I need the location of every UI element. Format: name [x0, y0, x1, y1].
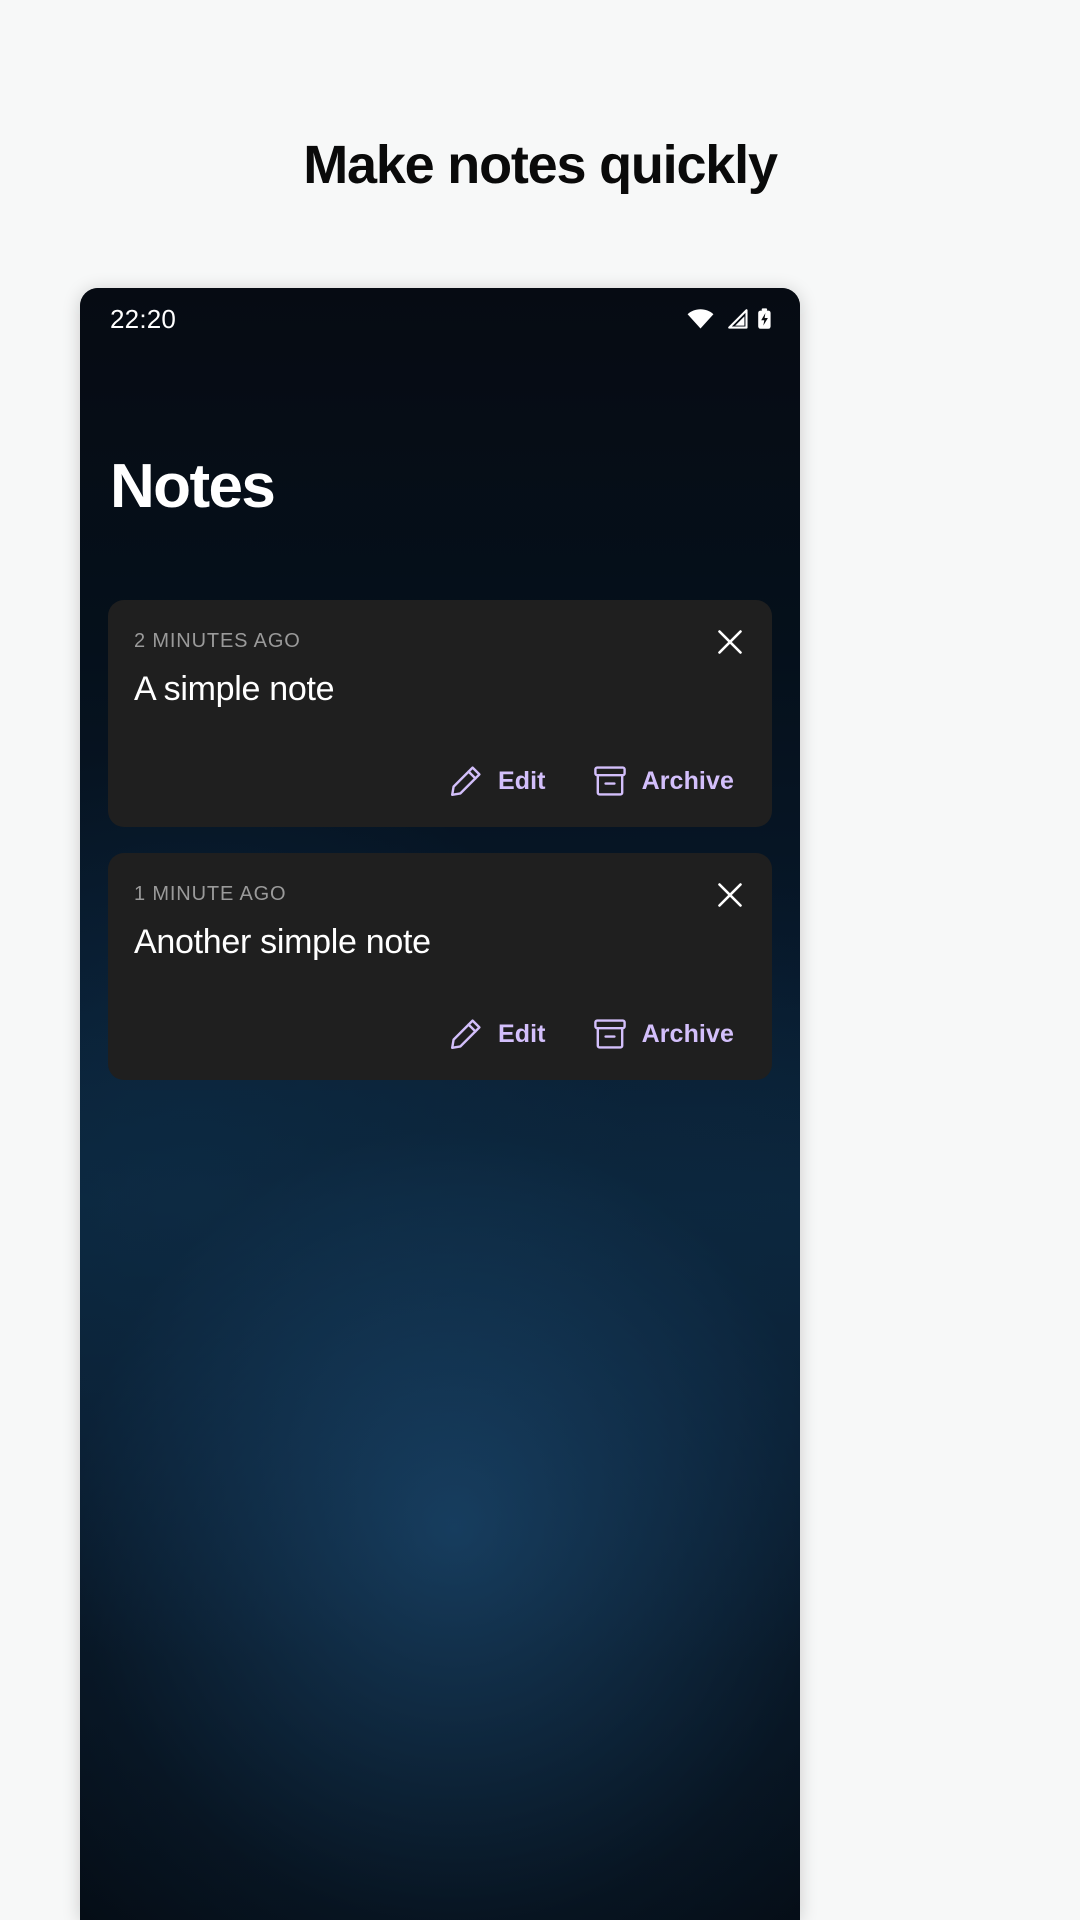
status-icon-group: [687, 308, 772, 330]
note-action-row: Edit Archive: [134, 755, 746, 807]
note-header: 2 MINUTES AGO: [134, 630, 746, 662]
cellular-signal-icon: [723, 309, 748, 329]
wifi-icon: [687, 309, 714, 329]
edit-label: Edit: [497, 1019, 546, 1048]
note-card[interactable]: 2 MINUTES AGO A simple note Edit Archive: [108, 600, 772, 827]
note-timestamp: 2 MINUTES AGO: [134, 630, 301, 652]
phone-mockup: 22:20 Notes 2 MINUTES AGO A simple note …: [80, 288, 800, 1920]
edit-button[interactable]: Edit: [436, 755, 558, 807]
close-icon[interactable]: [710, 622, 750, 662]
archive-button[interactable]: Archive: [580, 1008, 746, 1060]
archive-label: Archive: [641, 1019, 734, 1048]
note-title: Another simple note: [134, 923, 431, 961]
archive-label: Archive: [641, 766, 734, 795]
close-icon[interactable]: [710, 875, 750, 915]
status-bar: 22:20: [80, 288, 800, 350]
edit-button[interactable]: Edit: [436, 1008, 558, 1060]
note-card[interactable]: 1 MINUTE AGO Another simple note Edit Ar…: [108, 853, 772, 1080]
note-action-row: Edit Archive: [134, 1008, 746, 1060]
note-header: 1 MINUTE AGO: [134, 883, 746, 915]
pencil-icon: [448, 1016, 484, 1052]
archive-icon: [592, 1016, 628, 1052]
app-content: Notes 2 MINUTES AGO A simple note Edit A…: [80, 350, 800, 1080]
edit-label: Edit: [497, 766, 546, 795]
battery-charging-icon: [757, 308, 772, 330]
status-clock: 22:20: [110, 303, 177, 334]
note-list: 2 MINUTES AGO A simple note Edit Archive…: [80, 600, 800, 1080]
page-headline: Make notes quickly: [303, 135, 778, 195]
note-title: A simple note: [134, 670, 335, 708]
promo-screenshot: Make notes quickly 22:20 Notes 2 MINUTES…: [0, 0, 1080, 1920]
archive-icon: [592, 763, 628, 799]
pencil-icon: [448, 763, 484, 799]
page-title: Notes: [110, 452, 276, 521]
archive-button[interactable]: Archive: [580, 755, 746, 807]
note-timestamp: 1 MINUTE AGO: [134, 883, 287, 905]
